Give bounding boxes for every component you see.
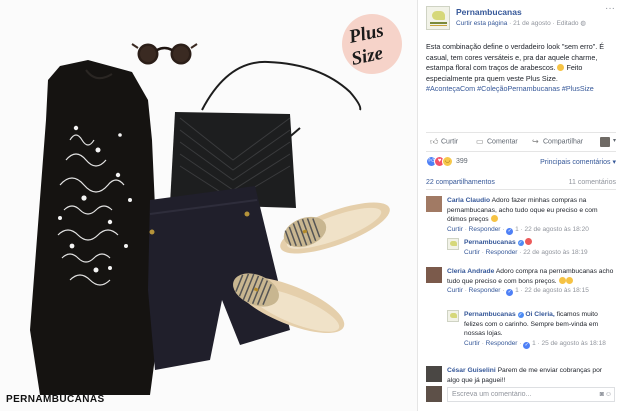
comment-reply-link[interactable]: Responder	[469, 287, 501, 294]
stats-row: 22 compartilhamentos 11 comentários	[426, 178, 616, 190]
comment-date[interactable]: 22 de agosto às 18:15	[524, 287, 588, 294]
comment-reply-link[interactable]: Responder	[469, 226, 501, 233]
camera-icon[interactable]: ◙	[600, 391, 604, 398]
handbag-image	[170, 60, 362, 208]
comment-like-count[interactable]: 1	[515, 287, 519, 294]
smile-emoji-icon	[565, 276, 573, 284]
reply-like-count[interactable]: 1	[532, 340, 536, 347]
page-reply-avatar[interactable]	[447, 238, 459, 250]
heart-emoji-icon	[525, 238, 533, 245]
reply-author[interactable]: Pernambucanas	[464, 311, 516, 318]
page-reply-avatar[interactable]	[447, 310, 459, 322]
comment-body: Cleria Andrade Adoro compra na pernambuc…	[447, 267, 615, 296]
reactions-row: 👍︎ ♥ ◡ 399 Principais comentários ▾	[426, 155, 616, 169]
like-count-icon: ✓	[523, 341, 531, 349]
comment-like-link[interactable]: Curtir	[447, 226, 463, 233]
reply-author[interactable]: Pernambucanas	[464, 239, 516, 246]
reply-body: Pernambucanas ✓ Curtir · Responder · 22 …	[464, 238, 604, 257]
share-button[interactable]: ↪ Compartilhar	[532, 137, 583, 146]
like-count-icon: ✓	[506, 227, 514, 235]
like-count-icon: ✓	[506, 289, 514, 296]
emoji-icon[interactable]: ☺	[605, 391, 612, 398]
share-as-avatar[interactable]	[600, 137, 610, 147]
reply-like-link[interactable]: Curtir	[464, 249, 480, 256]
sunglasses-image	[131, 43, 198, 65]
write-comment-row: ◙ ☺	[426, 386, 616, 404]
reply-date[interactable]: 22 de agosto às 18:19	[523, 249, 587, 256]
comments-count-link[interactable]: 11 comentários	[569, 179, 616, 186]
reply-body: Pernambucanas ✓ Oi Cleria, ficamos muito…	[464, 310, 606, 349]
comment-like-link[interactable]: Curtir	[447, 287, 463, 294]
caret-down-icon[interactable]: ▾	[613, 137, 616, 144]
like-button[interactable]: 👍︎ Curtir	[430, 137, 458, 146]
comment-input[interactable]	[447, 387, 615, 402]
current-user-avatar	[426, 386, 442, 402]
comments-sort-dropdown[interactable]: Principais comentários ▾	[540, 158, 616, 166]
comment-meta: Curtir · Responder · ✓ 1 · 22 de agosto …	[447, 225, 589, 235]
comment-body: César Guiselini Parem de me enviar cobra…	[447, 366, 615, 385]
like-page-link[interactable]: Curtir esta página	[456, 20, 507, 27]
commenter-avatar[interactable]	[426, 366, 442, 382]
comment-bubble-icon: ▭	[476, 137, 484, 146]
reply-reply-link[interactable]: Responder	[486, 249, 518, 256]
smile-emoji-icon	[558, 276, 566, 284]
reply-mention[interactable]: Oi Cleria,	[525, 311, 554, 318]
edited-label[interactable]: Editado	[557, 20, 579, 27]
page-name-link[interactable]: Pernambucanas	[456, 7, 522, 17]
shares-count-link[interactable]: 22 compartilhamentos	[426, 179, 495, 186]
verified-badge-icon: ✓	[517, 312, 524, 318]
commenter-avatar[interactable]	[426, 196, 442, 212]
comment-meta: Curtir · Responder · ✓ 1 · 22 de agosto …	[447, 287, 589, 296]
post-hashtags[interactable]: #AconteçaCom #ColeçãoPernambucanas #Plus…	[426, 84, 594, 93]
shorts-image	[148, 186, 290, 370]
smile-emoji-icon	[557, 64, 565, 71]
post-photo[interactable]: Plus Size PERNAMBUCANAS	[0, 0, 417, 411]
reply-like-link[interactable]: Curtir	[464, 340, 480, 347]
ellipsis-icon[interactable]: ···	[604, 4, 616, 14]
comment-like-count[interactable]: 1	[515, 226, 519, 233]
haha-reaction-icon[interactable]: ◡	[442, 156, 453, 167]
outfit-illustration: Plus Size	[30, 14, 402, 395]
reply-reply-link[interactable]: Responder	[486, 340, 518, 347]
comment-date[interactable]: 22 de agosto às 18:20	[524, 226, 588, 233]
reply-date[interactable]: 25 de agosto às 18:18	[541, 340, 605, 347]
comment-author[interactable]: Cleria Andrade	[447, 268, 494, 275]
share-arrow-icon: ↪	[532, 137, 539, 146]
reactions-count[interactable]: 399	[456, 158, 468, 165]
smile-emoji-icon	[490, 215, 498, 222]
verified-badge-icon: ✓	[517, 240, 524, 246]
comment-author[interactable]: César Guiselini	[447, 367, 496, 374]
comment-body: Carla Claudio Adoro fazer minhas compras…	[447, 196, 615, 235]
commenter-avatar[interactable]	[426, 267, 442, 283]
post-date[interactable]: 21 de agosto	[513, 20, 551, 27]
tshirt-image	[30, 60, 160, 395]
post-side-panel: Pernambucanas Curtir esta página · 21 de…	[417, 0, 620, 411]
thumbs-up-icon: 👍︎	[430, 137, 439, 146]
comment-button[interactable]: ▭ Comentar	[476, 137, 518, 146]
post-header: Pernambucanas Curtir esta página · 21 de…	[426, 4, 616, 32]
action-bar: 👍︎ Curtir ▭ Comentar ↪ Compartilhar ▾	[426, 132, 616, 152]
post-meta: Curtir esta página · 21 de agosto · Edit…	[456, 20, 587, 27]
globe-icon: ◍	[580, 20, 587, 27]
reply-meta: Curtir · Responder · ✓ 1 · 25 de agosto …	[464, 339, 606, 349]
post-text: Esta combinação define o verdadeiro look…	[426, 42, 616, 95]
comment-author[interactable]: Carla Claudio	[447, 197, 490, 204]
brand-watermark: PERNAMBUCANAS	[6, 394, 105, 405]
page-avatar[interactable]	[426, 6, 450, 30]
reply-meta: Curtir · Responder · 22 de agosto às 18:…	[464, 248, 588, 256]
